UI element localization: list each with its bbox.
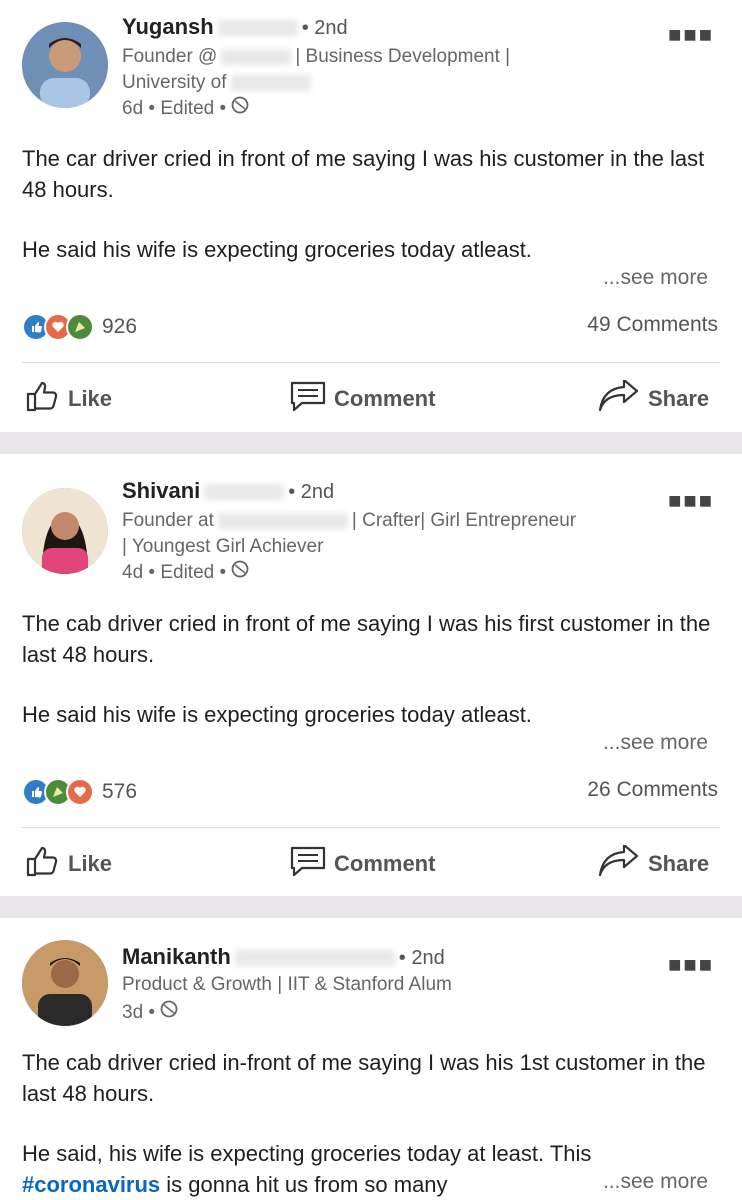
headline: Founder at | Crafter| Girl Entrepreneur [122,510,577,531]
divider [22,827,720,828]
thumbs-up-icon [24,378,68,420]
author-name[interactable]: Manikanth • 2nd [122,944,445,970]
reaction-count: 576 [102,780,138,803]
share-button[interactable]: Share [598,378,709,418]
post-card: Manikanth • 2nd ■■■ Product & Growth | II… [0,918,742,1200]
share-icon [598,378,648,418]
headline-line-2: University of [122,70,315,96]
globe-icon [160,1000,178,1026]
more-options-button[interactable]: ■■■ [668,22,714,48]
feed-separator [0,432,742,454]
avatar[interactable] [22,488,108,574]
reactions-summary[interactable]: 926 [22,313,137,341]
post-card: Yugansh • 2nd ■■■ Founder @ | Business Dev… [0,0,742,432]
comment-icon [290,845,334,883]
post-time: 3d • [122,1000,178,1026]
headline: Founder @ | Business Development | [122,46,511,67]
see-more-link[interactable]: ...see more [596,1170,708,1194]
post-time: 4d • Edited • [122,560,249,586]
post-time: 6d • Edited • [122,96,249,122]
author-name[interactable]: Shivani • 2nd [122,478,334,504]
share-icon [598,843,648,883]
headline-line-2: | Youngest Girl Achiever [122,536,324,557]
globe-icon [231,560,249,586]
comment-icon [290,380,334,418]
reaction-count: 926 [102,315,138,338]
celebrate-reaction-icon [66,313,94,341]
see-more-link[interactable]: ...see more [603,266,708,290]
share-button[interactable]: Share [598,843,709,883]
feed-separator [0,896,742,918]
more-options-button[interactable]: ■■■ [668,488,714,514]
headline: Product & Growth | IIT & Stanford Alum [122,974,452,995]
avatar[interactable] [22,22,108,108]
post-card: Shivani • 2nd ■■■ Founder at | Crafter| Gi… [0,454,742,896]
reactions-summary[interactable]: 576 [22,778,137,806]
like-button[interactable]: Like [24,843,112,885]
like-button[interactable]: Like [24,378,112,420]
connection-degree: • 2nd [398,947,445,969]
connection-degree: • 2nd [301,17,348,39]
divider [22,362,720,363]
post-text: The cab driver cried in front of me sayi… [22,611,711,727]
author-name[interactable]: Yugansh • 2nd [122,14,348,40]
connection-degree: • 2nd [288,481,335,503]
comments-count[interactable]: 26 Comments [587,778,718,802]
avatar[interactable] [22,940,108,1026]
love-reaction-icon [66,778,94,806]
more-options-button[interactable]: ■■■ [668,952,714,978]
see-more-link[interactable]: ...see more [603,731,708,755]
globe-icon [231,96,249,122]
comment-button[interactable]: Comment [290,845,435,883]
post-text: The car driver cried in front of me sayi… [22,146,705,262]
hashtag-link[interactable]: #coronavirus [22,1172,160,1197]
comments-count[interactable]: 49 Comments [587,313,718,337]
thumbs-up-icon [24,843,68,885]
comment-button[interactable]: Comment [290,380,435,418]
